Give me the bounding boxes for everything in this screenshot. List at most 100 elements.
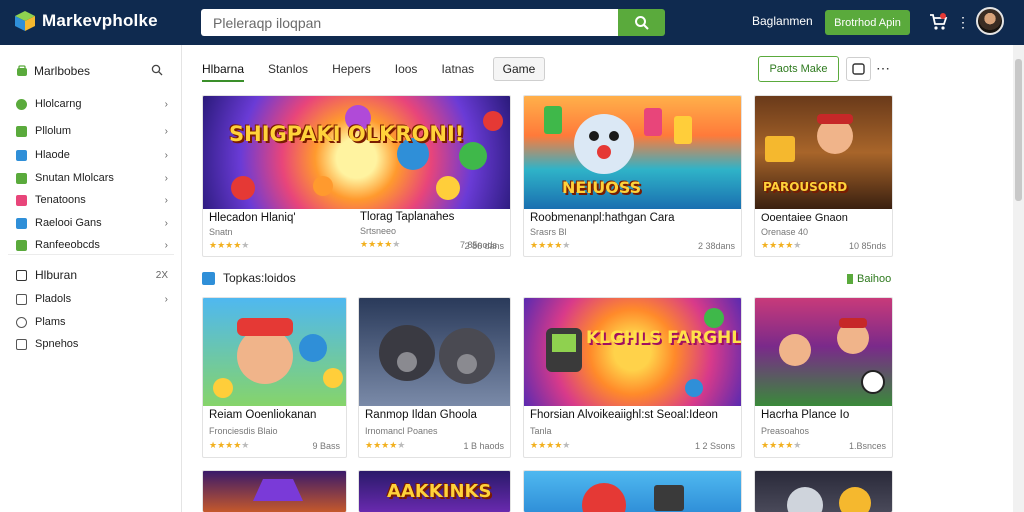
- game-subtitle: Orenase 40: [761, 227, 809, 237]
- sidebar-item-6[interactable]: Raelooi Gans ›: [16, 214, 168, 232]
- game-card[interactable]: SHIGPAKI OLKRONI! Hlecadon Hlaniq' Snatn…: [202, 95, 511, 257]
- tab-1[interactable]: Hlbarna: [202, 62, 245, 82]
- sidebar-group-label: Hlburan: [35, 268, 78, 282]
- game-thumbnail: [203, 298, 346, 406]
- game-card[interactable]: Reiam Ooenliokanan Fronciesdis Blaio ★★★…: [202, 297, 347, 458]
- character-artwork: [582, 483, 684, 512]
- sidebar-item-label: Snutan Mlolcars: [35, 172, 114, 184]
- game-title-art: SHIGPAKI OLKRONI!: [229, 122, 465, 146]
- chevron-right-icon: ›: [164, 194, 168, 206]
- game-thumbnail: [755, 298, 892, 406]
- top-nav-link[interactable]: Baglanmen: [752, 14, 813, 28]
- tab-5[interactable]: Iatnas: [441, 62, 474, 76]
- sidebar-item-4[interactable]: Snutan Mlolcars ›: [16, 169, 168, 187]
- category-icon: [16, 172, 27, 184]
- game-card[interactable]: [202, 470, 347, 512]
- sidebar-item-3[interactable]: Hlaode ›: [16, 146, 168, 164]
- sidebar-item-label: Tenatoons: [35, 194, 86, 206]
- rating-stars: ★★★★★: [360, 239, 401, 249]
- game-title-art: NEIUOSS: [562, 178, 642, 197]
- sidebar-item-2[interactable]: Pllolum ›: [16, 122, 168, 140]
- game-card[interactable]: NEIUOSS Roobmenanpl:hathgan Cara Srasrs …: [523, 95, 742, 257]
- game-title: Tlorag Taplanahes: [360, 211, 455, 223]
- sidebar-header: Marlbobes: [16, 64, 90, 78]
- game-thumbnail: PAROUSORD: [755, 96, 892, 209]
- top-cta-button[interactable]: Brotrhod Apin: [825, 10, 910, 35]
- sidebar-item-label: Ranfeeobcds: [35, 239, 100, 251]
- game-card[interactable]: Hacrha Plance Io Preasoahos ★★★★★ 1.Bsnc…: [754, 297, 893, 458]
- cart-icon[interactable]: [928, 12, 948, 32]
- game-card[interactable]: KLGHLS FARGHLES SOSSON Fhorsian Alvoikea…: [523, 297, 742, 458]
- more-horizontal-icon[interactable]: ⋯: [876, 60, 891, 77]
- sidebar-divider: [8, 254, 174, 255]
- game-subtitle: Srasrs Bl: [530, 227, 567, 237]
- chevron-right-icon: ›: [164, 98, 168, 110]
- rating-stars: ★★★★★: [761, 240, 802, 250]
- game-card[interactable]: [523, 470, 742, 512]
- list-icon: [16, 293, 27, 305]
- wizard-artwork: [253, 479, 303, 501]
- chevron-right-icon: ›: [164, 217, 168, 229]
- sidebar-item-5[interactable]: Tenatoons ›: [16, 191, 168, 209]
- game-thumbnail: SHIGPAKI OLKRONI!: [203, 96, 510, 209]
- candy-artwork: [546, 308, 724, 397]
- search-button[interactable]: [618, 9, 665, 36]
- create-button[interactable]: Paots Make: [758, 56, 839, 82]
- sidebar-item-label: Spnehos: [35, 338, 79, 350]
- game-card[interactable]: Ranmop Ildan Ghoola Irnomancl Poanes ★★★…: [358, 297, 511, 458]
- brand-logo[interactable]: Markevpholke: [14, 10, 158, 32]
- game-title-art: KLGHLS FARGHLES SOSSON: [586, 328, 742, 348]
- download-count: 1 2 Ssons: [694, 441, 735, 451]
- game-title: Hacrha Plance Io: [761, 409, 850, 421]
- sidebar-item-1[interactable]: Hlolcarng ›: [16, 95, 168, 113]
- tab-4[interactable]: Ioos: [395, 62, 418, 76]
- section-link-label: Baihoo: [857, 273, 892, 285]
- search-icon[interactable]: [151, 64, 163, 76]
- sidebar-group-header[interactable]: Hlburan 2X: [16, 266, 168, 284]
- game-card[interactable]: PAROUSORD Ooentaiee Gnaon Orenase 40 ★★★…: [754, 95, 893, 257]
- view-toggle-button[interactable]: [846, 57, 871, 81]
- download-count: 2 38dans: [697, 241, 735, 251]
- game-title: Hlecadon Hlaniq': [209, 212, 296, 224]
- search-input[interactable]: [201, 9, 618, 36]
- game-filter-chip[interactable]: Game: [493, 57, 545, 81]
- avatar[interactable]: [976, 7, 1004, 35]
- game-title: Roobmenanpl:hathgan Cara: [530, 212, 675, 224]
- game-thumbnail: AAKKINKS: [359, 471, 510, 512]
- group-icon: [16, 269, 27, 281]
- soccer-artwork: [779, 318, 885, 394]
- category-icon: [16, 149, 27, 161]
- chevron-right-icon: ›: [164, 125, 168, 137]
- more-vertical-icon[interactable]: ⋮: [956, 13, 970, 31]
- game-card[interactable]: [754, 470, 893, 512]
- scrollbar[interactable]: [1013, 45, 1024, 512]
- marketplace-icon: [17, 65, 27, 76]
- section-see-all-link[interactable]: Baihoo: [847, 273, 891, 285]
- category-icon: [16, 125, 27, 137]
- top-bar: Markevpholke Baglanmen Brotrhod Apin ⋮: [0, 0, 1024, 45]
- game-card[interactable]: AAKKINKS: [358, 470, 511, 512]
- game-subtitle: Fronciesdis Blaio: [209, 426, 278, 436]
- sidebar-subitem-2[interactable]: Plams: [16, 313, 168, 331]
- game-subtitle: Srtsneeo: [360, 226, 397, 236]
- tab-bar: Hlbarna Stanlos Hepers Ioos Iatnas: [202, 58, 498, 82]
- sidebar-subitem-1[interactable]: Pladols ›: [16, 290, 168, 308]
- sidebar-item-label: Raelooi Gans: [35, 217, 102, 229]
- download-count: 9 Bass: [312, 441, 340, 451]
- rating-stars: ★★★★★: [761, 440, 802, 450]
- rating-stars: ★★★★★: [365, 440, 406, 450]
- section-title-text: Topkas:loidos: [223, 271, 296, 285]
- see-all-icon: [847, 274, 853, 284]
- sidebar-subitem-3[interactable]: Spnehos: [16, 335, 168, 353]
- game-thumbnail: [359, 298, 510, 406]
- scrollbar-thumb[interactable]: [1015, 59, 1022, 201]
- tab-3[interactable]: Hepers: [332, 62, 371, 76]
- sidebar-item-7[interactable]: Ranfeeobcds ›: [16, 236, 168, 254]
- game-subtitle: Snatn: [209, 227, 233, 237]
- game-title: Ooentaiee Gnaon: [761, 212, 848, 224]
- game-thumbnail: KLGHLS FARGHLES SOSSON: [524, 298, 741, 406]
- bears-artwork: [379, 325, 495, 384]
- sidebar-item-label: Pllolum: [35, 125, 72, 137]
- game-subtitle: Preasoahos: [761, 426, 810, 436]
- tab-2[interactable]: Stanlos: [268, 62, 308, 76]
